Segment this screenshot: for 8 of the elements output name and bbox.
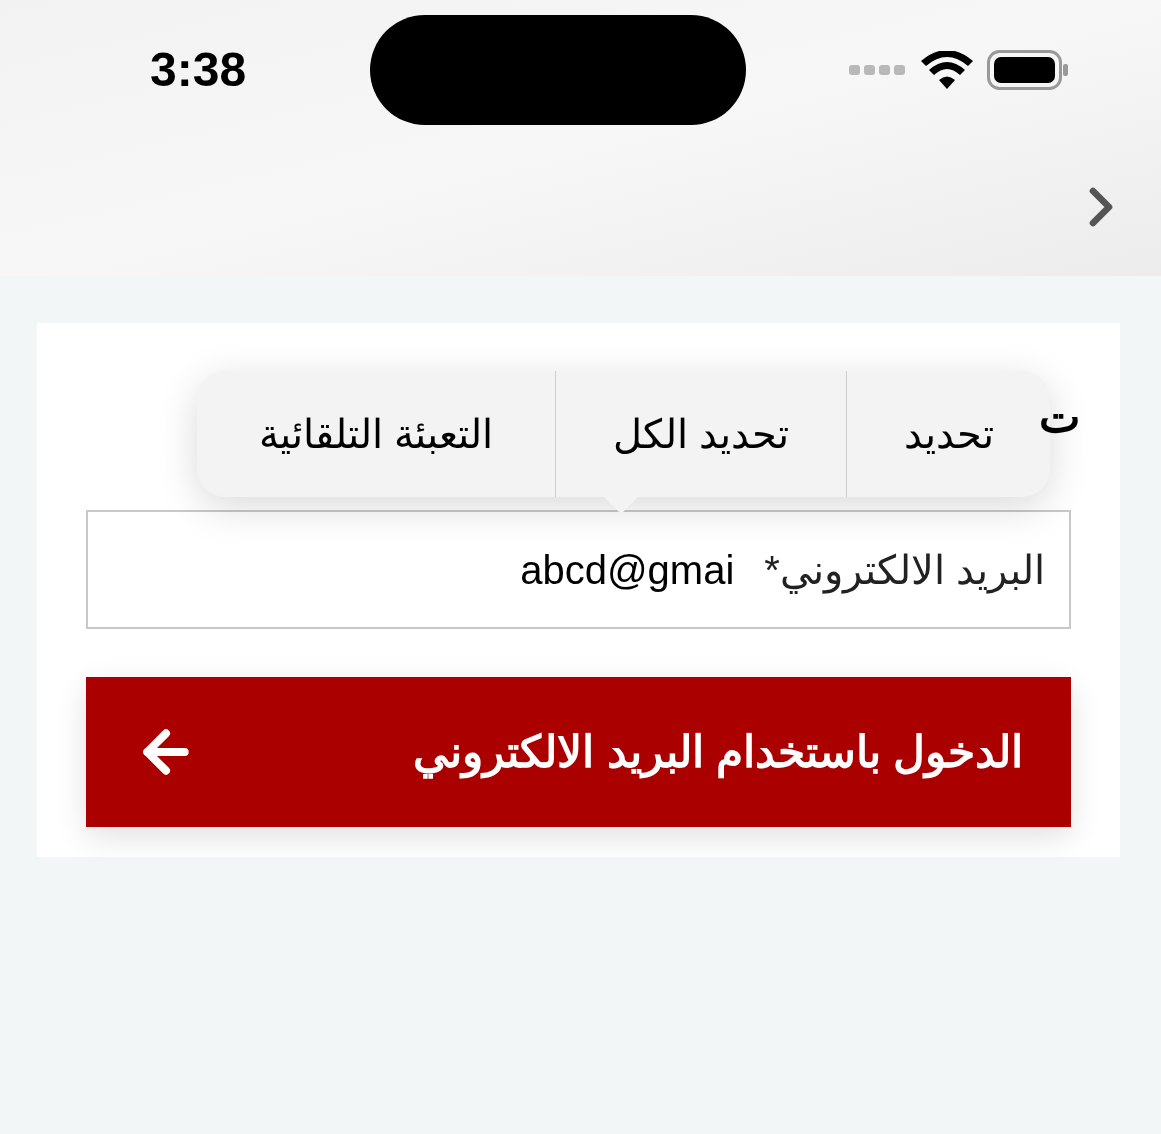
field-label: البريد الالكتروني* <box>764 546 1045 596</box>
field-value: abcd@gmai <box>520 546 735 594</box>
menu-item[interactable]: التعبئة التلقائية <box>197 371 555 497</box>
battery-icon <box>987 50 1069 90</box>
login-button[interactable]: الدخول باستخدام البريد الالكتروني <box>86 677 1071 827</box>
wifi-icon <box>921 51 973 89</box>
status-time: 3:38 <box>150 42 247 98</box>
signal-icon <box>849 65 907 75</box>
